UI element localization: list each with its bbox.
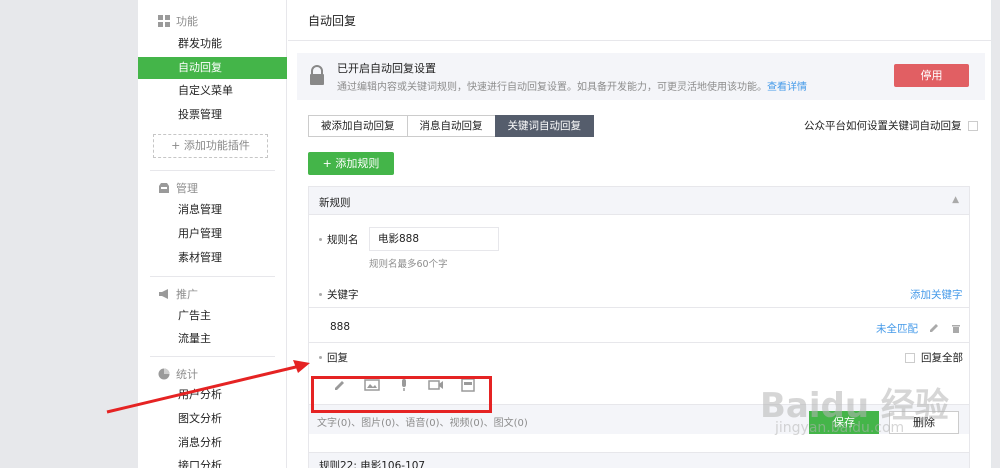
section-title-stats: 统计	[158, 366, 198, 382]
sidebar-item-api-analysis[interactable]: 接口分析	[138, 455, 287, 468]
add-rule-button[interactable]: + 添加规则	[308, 152, 394, 175]
sidebar-item-materials[interactable]: 素材管理	[138, 247, 287, 269]
notice-desc-text: 通过编辑内容或关键词规则，快速进行自动回复设置。如具备开发能力，可更灵活地使用该…	[337, 82, 767, 93]
section-label: 功能	[176, 15, 198, 28]
rule-name-label: 规则名	[319, 232, 359, 247]
annotation-highlight-box	[311, 376, 492, 413]
keyword-label-text: 关键字	[327, 289, 359, 301]
lock-icon	[310, 65, 324, 85]
section-title-manage: 管理	[158, 180, 198, 196]
reply-label: 回复	[319, 350, 348, 365]
checkbox-icon[interactable]	[905, 352, 915, 363]
tab-keyword-reply[interactable]: 关键词自动回复	[494, 115, 594, 137]
pencil-icon[interactable]	[928, 322, 940, 334]
chevron-up-icon[interactable]: ▲	[952, 195, 959, 205]
help-icon[interactable]	[967, 120, 978, 131]
sidebar-item-article-analysis[interactable]: 图文分析	[138, 408, 287, 430]
sidebar-item-traffic[interactable]: 流量主	[138, 328, 287, 350]
rule-header[interactable]: 新规则 ▲	[309, 187, 969, 215]
trash-icon[interactable]	[950, 322, 962, 334]
sidebar: 功能 群发功能 自动回复 自定义菜单 投票管理 + 添加功能插件 管理 消息管理…	[138, 0, 287, 468]
pie-chart-icon	[158, 368, 170, 380]
rule-header-title: 规则22: 电影106-107	[319, 460, 426, 468]
reply-all-label: 回复全部	[921, 352, 963, 364]
sidebar-item-custom-menu[interactable]: 自定义菜单	[138, 80, 287, 102]
keyword-label: 关键字	[319, 287, 359, 302]
sidebar-item-message-analysis[interactable]: 消息分析	[138, 432, 287, 454]
bullet-icon	[319, 238, 322, 241]
bullet-icon	[319, 293, 322, 296]
section-label: 统计	[176, 368, 198, 381]
stop-button[interactable]: 停用	[894, 64, 969, 87]
tab-bar: 被添加自动回复 消息自动回复 关键词自动回复	[308, 115, 594, 137]
reply-all-checkbox[interactable]: 回复全部	[905, 350, 963, 365]
rule-panel-collapsed[interactable]: 规则22: 电影106-107	[308, 452, 970, 468]
notice-title: 已开启自动回复设置	[337, 62, 436, 75]
megaphone-icon	[159, 289, 168, 299]
divider	[288, 40, 992, 41]
reply-counts: 文字(0)、图片(0)、语音(0)、视频(0)、图文(0)	[317, 418, 528, 429]
sidebar-item-vote[interactable]: 投票管理	[138, 104, 287, 126]
sidebar-item-advertiser[interactable]: 广告主	[138, 305, 287, 327]
rule-name-input[interactable]: 电影888	[369, 227, 499, 251]
section-title-promote: 推广	[158, 286, 198, 302]
divider	[309, 307, 969, 308]
rule-name-hint: 规则名最多60个字	[369, 259, 448, 270]
reply-label-text: 回复	[327, 352, 348, 364]
help-link-label[interactable]: 公众平台如何设置关键词自动回复	[804, 118, 962, 133]
help-link[interactable]: 公众平台如何设置关键词自动回复	[804, 118, 978, 133]
divider	[150, 170, 275, 171]
grid-icon	[158, 15, 170, 27]
watermark-url: jingyan.baidu.com	[775, 420, 905, 436]
match-mode-link[interactable]: 未全匹配	[876, 321, 918, 336]
page: 功能 群发功能 自动回复 自定义菜单 投票管理 + 添加功能插件 管理 消息管理…	[0, 0, 1000, 468]
rule-header-title: 新规则	[319, 197, 351, 209]
add-plugin-button[interactable]: + 添加功能插件	[153, 134, 268, 158]
keyword-value: 888	[330, 321, 351, 333]
notice-description: 通过编辑内容或关键词规则，快速进行自动回复设置。如具备开发能力，可更灵活地使用该…	[337, 78, 807, 93]
divider	[150, 356, 275, 357]
sidebar-item-messages[interactable]: 消息管理	[138, 199, 287, 221]
section-label: 推广	[176, 288, 198, 301]
bullet-icon	[319, 356, 322, 359]
divider	[150, 276, 275, 277]
sidebar-item-mass-send[interactable]: 群发功能	[138, 33, 287, 55]
section-title-features: 功能	[158, 13, 198, 29]
rule-name-label-text: 规则名	[327, 234, 359, 246]
sidebar-item-auto-reply[interactable]: 自动回复	[138, 57, 287, 79]
tab-message-reply[interactable]: 消息自动回复	[406, 115, 496, 137]
page-title: 自动回复	[308, 14, 357, 28]
inbox-icon	[159, 183, 169, 193]
sidebar-item-users[interactable]: 用户管理	[138, 223, 287, 245]
add-keyword-link[interactable]: 添加关键字	[910, 287, 963, 302]
view-details-link[interactable]: 查看详情	[767, 82, 807, 93]
divider	[309, 342, 969, 343]
section-label: 管理	[176, 182, 198, 195]
sidebar-item-user-analysis[interactable]: 用户分析	[138, 384, 287, 406]
notice-banner: 已开启自动回复设置 通过编辑内容或关键词规则，快速进行自动回复设置。如具备开发能…	[297, 53, 985, 100]
tab-added-reply[interactable]: 被添加自动回复	[308, 115, 408, 137]
